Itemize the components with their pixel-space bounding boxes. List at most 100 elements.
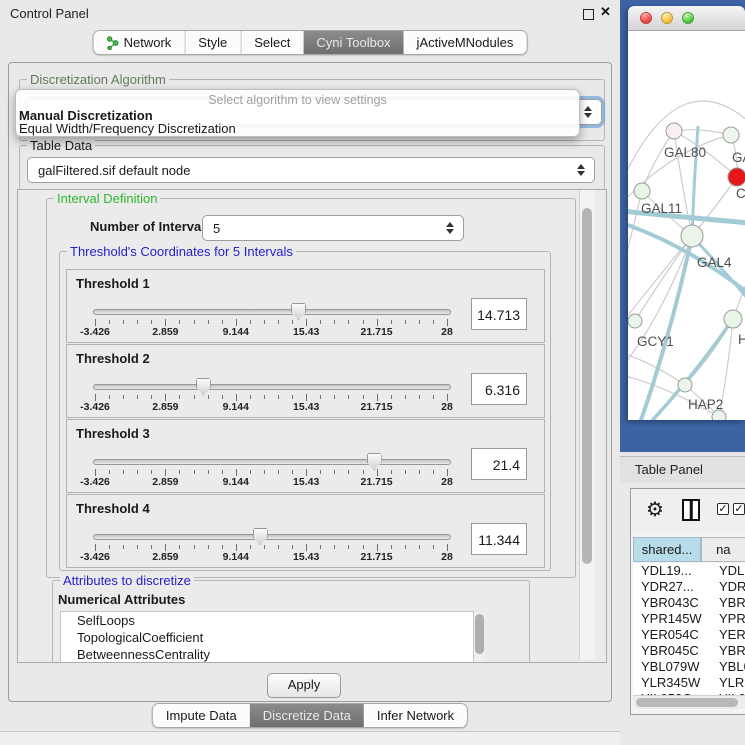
threshold-slider-track[interactable] (93, 384, 451, 390)
tick-mark (363, 395, 364, 399)
network-node[interactable] (724, 310, 742, 328)
network-node[interactable] (681, 225, 703, 247)
numerical-attributes-list[interactable]: SelfLoopsTopologicalCoefficientBetweenne… (60, 611, 474, 663)
float-window-icon[interactable] (583, 9, 594, 20)
network-node[interactable] (634, 183, 650, 199)
algorithm-placeholder-option[interactable]: Select algorithm to view settings (16, 93, 579, 107)
tick-mark (123, 395, 124, 399)
tick-mark (151, 395, 152, 399)
threshold-value-field[interactable]: 11.344 (471, 523, 527, 555)
tick-mark (433, 395, 434, 399)
threshold-value-field[interactable]: 6.316 (471, 373, 527, 405)
tab-infer-network[interactable]: Infer Network (364, 704, 467, 727)
attributes-to-discretize-group: Attributes to discretize Numerical Attri… (52, 580, 530, 663)
node-label: GAL4 (697, 255, 732, 270)
tab-impute-data[interactable]: Impute Data (153, 704, 250, 727)
settings-vertical-scrollbar[interactable] (579, 190, 595, 660)
threshold-value-field[interactable]: 21.4 (471, 448, 527, 480)
tick-mark (194, 470, 195, 474)
split-columns-icon[interactable] (682, 499, 700, 521)
threshold-value-field[interactable]: 14.713 (471, 298, 527, 330)
tick-label: 21.715 (342, 551, 412, 563)
tick-mark (419, 395, 420, 399)
attributes-scrollbar-thumb[interactable] (475, 614, 484, 654)
slider-thumb[interactable] (291, 303, 306, 320)
network-node[interactable] (723, 127, 739, 143)
attribute-list-item[interactable]: BetweennessCentrality (61, 646, 473, 663)
tick-mark (334, 395, 335, 399)
tick-mark (306, 394, 307, 401)
table-row[interactable]: YPR145WYPR1 (633, 611, 745, 627)
node-label: GA (732, 150, 745, 165)
network-view-window[interactable]: GAL80GACGAL11GAL4GCY1HHAP2 (628, 6, 745, 420)
table-row[interactable]: YBR043CYBR0 (633, 595, 745, 611)
table-row[interactable]: YDR27...YDR2 (633, 579, 745, 595)
tick-mark (179, 320, 180, 324)
table-row[interactable]: YLR345WYLR3 (633, 675, 745, 691)
table-body: YDL19...YDL1YDR27...YDR2YBR043CYBR0YPR14… (633, 563, 745, 695)
tick-mark (306, 319, 307, 326)
attributes-list-scrollbar[interactable] (474, 612, 485, 663)
zoom-window-icon[interactable] (682, 12, 694, 24)
column-header-shared-name[interactable]: shared... (633, 537, 701, 562)
network-canvas[interactable]: GAL80GACGAL11GAL4GCY1HHAP2 (628, 31, 745, 420)
tick-mark (348, 470, 349, 474)
slider-thumb[interactable] (253, 528, 268, 545)
network-node[interactable] (666, 123, 682, 139)
network-canvas-area[interactable]: GAL80GACGAL11GAL4GCY1HHAP2 (628, 31, 745, 420)
tab-style[interactable]: Style (184, 31, 240, 54)
tick-mark (363, 470, 364, 474)
tick-mark (109, 470, 110, 474)
number-of-intervals-combobox[interactable]: 5 (202, 215, 464, 241)
tick-mark (391, 395, 392, 399)
tick-mark (433, 470, 434, 474)
threshold-row: Threshold 3 -3.4262.8599.14415.4321.7152… (66, 419, 545, 493)
tick-mark (334, 470, 335, 474)
node-label: H (738, 332, 745, 347)
threshold-slider-track[interactable] (93, 459, 451, 465)
tick-mark (405, 395, 406, 399)
tab-discretize-data[interactable]: Discretize Data (250, 704, 364, 727)
column-header-name[interactable]: na (701, 537, 745, 562)
network-window-titlebar[interactable] (628, 6, 745, 31)
tick-mark (137, 395, 138, 399)
tab-jactivemnodules[interactable]: jActiveMNodules (404, 31, 527, 54)
tick-mark (306, 469, 307, 476)
table-row[interactable]: YDL19...YDL1 (633, 563, 745, 579)
table-panel-titlebar: Table Panel (620, 456, 745, 484)
table-horizontal-scrollbar[interactable] (633, 695, 745, 709)
table-hscrollbar-thumb[interactable] (636, 698, 738, 707)
checked-checkbox-icon[interactable]: ✓ (717, 503, 729, 515)
tick-mark (264, 545, 265, 549)
table-data-combobox[interactable]: galFiltered.sif default node (27, 157, 595, 183)
table-row[interactable]: YBR045CYBR0 (633, 643, 745, 659)
tab-network[interactable]: Network (94, 31, 185, 54)
gear-icon[interactable]: ⚙ (646, 497, 664, 522)
network-node[interactable] (728, 168, 745, 186)
tick-mark (109, 320, 110, 324)
network-edge[interactable] (642, 131, 674, 191)
threshold-slider-track[interactable] (93, 534, 451, 540)
table-cell: YER0 (710, 627, 745, 643)
tick-mark (137, 320, 138, 324)
network-edge[interactable] (674, 130, 731, 135)
network-node[interactable] (678, 378, 692, 392)
close-window-icon[interactable] (640, 12, 652, 24)
checked-checkbox-icon[interactable]: ✓ (733, 503, 745, 515)
table-row[interactable]: YBL079WYBL0 (633, 659, 745, 675)
slider-thumb[interactable] (367, 453, 382, 470)
settings-scrollbar-thumb[interactable] (582, 208, 592, 564)
slider-thumb[interactable] (196, 378, 211, 395)
algorithm-option-equal-width-frequency[interactable]: Equal Width/Frequency Discretization (19, 121, 236, 136)
apply-button[interactable]: Apply (267, 673, 341, 698)
tab-cyni-toolbox[interactable]: Cyni Toolbox (303, 31, 403, 54)
tab-select[interactable]: Select (240, 31, 303, 54)
network-node[interactable] (628, 314, 642, 328)
threshold-slider-track[interactable] (93, 309, 451, 315)
table-row[interactable]: YER054CYER0 (633, 627, 745, 643)
attribute-list-item[interactable]: TopologicalCoefficient (61, 629, 473, 646)
attribute-list-item[interactable]: SelfLoops (61, 612, 473, 629)
close-icon[interactable]: ✕ (600, 4, 611, 20)
minimize-window-icon[interactable] (661, 12, 673, 24)
tick-mark (334, 320, 335, 324)
